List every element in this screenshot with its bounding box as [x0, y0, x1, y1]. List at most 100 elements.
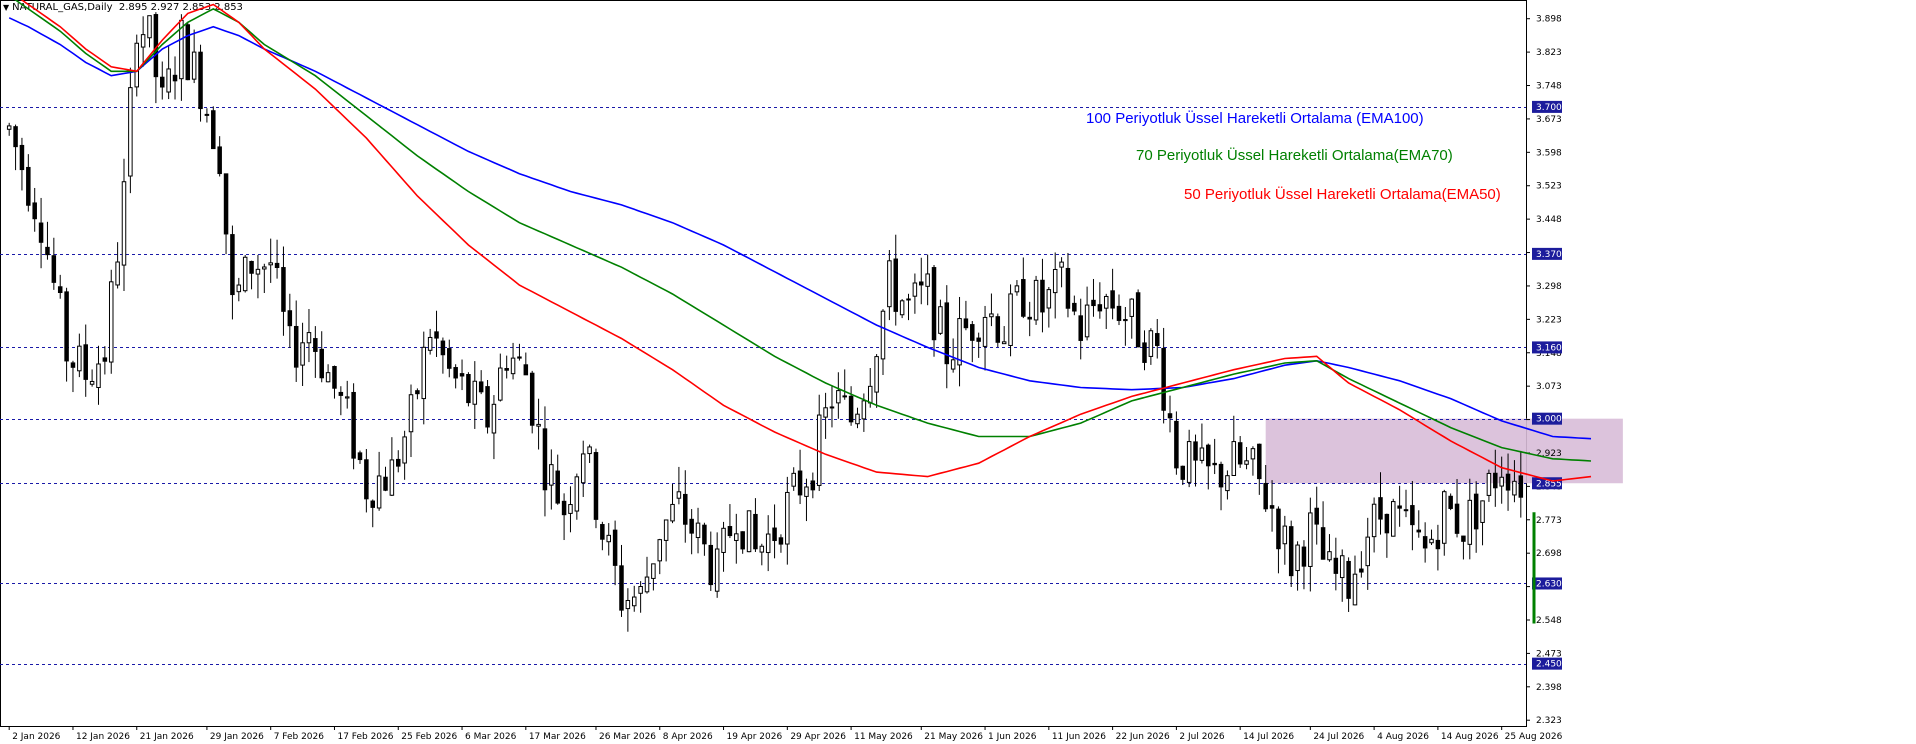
- x-tick-label: 4 Aug 2026: [1377, 732, 1429, 742]
- candle-body: [631, 596, 637, 607]
- candle-body: [714, 548, 720, 592]
- candle-body: [332, 366, 337, 389]
- candle-body: [593, 452, 599, 520]
- candle-body: [542, 428, 548, 491]
- candle-body: [1454, 503, 1460, 534]
- candle-body: [842, 395, 847, 398]
- candle-body: [1046, 289, 1052, 309]
- candle-body: [96, 363, 101, 389]
- candle-body: [1422, 536, 1428, 549]
- candle-body: [466, 374, 471, 404]
- level-badge-label: 2.630: [1536, 579, 1562, 589]
- candle-body: [689, 518, 694, 534]
- candle-body: [421, 346, 427, 400]
- candle-body: [1225, 475, 1230, 492]
- candle-body: [1282, 525, 1288, 545]
- candle-body: [134, 42, 140, 88]
- candle-body: [1040, 279, 1045, 313]
- candle-body: [810, 480, 816, 491]
- candle-body: [529, 372, 535, 426]
- candle-body: [721, 527, 726, 553]
- candle-body: [963, 318, 969, 329]
- candle-body: [982, 316, 988, 347]
- candle-body: [683, 493, 688, 525]
- candle-body: [938, 306, 943, 334]
- candle-body: [1301, 546, 1307, 567]
- candle-body: [523, 364, 529, 376]
- candle-body: [459, 373, 465, 377]
- candle-body: [510, 357, 516, 375]
- line-ema100: [8, 17, 1592, 440]
- candle-body: [957, 318, 962, 366]
- x-tick-label: 17 Mar 2026: [529, 732, 586, 742]
- x-tick-label: 25 Feb 2026: [401, 732, 457, 742]
- candle-body: [676, 491, 682, 499]
- candle-body: [1384, 513, 1390, 534]
- candle-body: [338, 391, 344, 396]
- price-chart[interactable]: 3.8983.8233.7483.6733.5983.5233.4483.373…: [0, 0, 1916, 744]
- x-tick-label: 14 Aug 2026: [1441, 732, 1499, 742]
- candle-body: [230, 234, 235, 296]
- x-tick-label: 2 Jul 2026: [1179, 732, 1224, 742]
- candle-body: [1308, 512, 1313, 567]
- candle-body: [1110, 290, 1115, 309]
- x-tick-label: 6 Mar 2026: [465, 732, 517, 742]
- level-badge-label: 3.000: [1536, 415, 1562, 425]
- candle-body: [855, 413, 860, 425]
- candle-body: [1512, 480, 1517, 496]
- candle-body: [708, 544, 714, 586]
- y-tick-label: 2.323: [1536, 716, 1562, 726]
- y-tick-label: 3.298: [1536, 282, 1562, 292]
- candle-body: [989, 313, 994, 318]
- candle-body: [702, 524, 707, 545]
- candle-body: [472, 380, 478, 405]
- candle-body: [1257, 443, 1262, 480]
- candle-body: [108, 281, 114, 363]
- x-tick-label: 7 Feb 2026: [274, 732, 325, 742]
- candle-body: [300, 342, 305, 366]
- x-tick-label: 22 Jun 2026: [1116, 732, 1170, 742]
- candle-body: [1467, 499, 1473, 545]
- candle-body: [1359, 568, 1364, 573]
- legend-ema70: 70 Periyotluk Üssel Hareketli Ortalama(E…: [1136, 147, 1453, 164]
- candle-body: [727, 526, 733, 537]
- candle-body: [1295, 544, 1300, 572]
- candle-body: [1505, 473, 1511, 491]
- candle-body: [931, 267, 937, 341]
- candle-body: [1435, 539, 1441, 550]
- y-tick-label: 2.773: [1536, 516, 1562, 526]
- candle-body: [140, 34, 146, 48]
- candle-body: [1014, 285, 1020, 293]
- candle-body: [925, 273, 930, 287]
- candle-body: [753, 513, 758, 550]
- candle-body: [1378, 497, 1383, 520]
- candle-body: [274, 262, 280, 269]
- candle-body: [1429, 538, 1434, 544]
- candle-body: [1416, 529, 1422, 533]
- candle-body: [1327, 551, 1332, 561]
- candle-body: [19, 144, 25, 171]
- candle-body: [1072, 302, 1077, 312]
- candle-body: [663, 519, 669, 541]
- candle-body: [26, 166, 31, 206]
- level-badge-label: 3.700: [1536, 103, 1562, 113]
- candle-body: [1518, 475, 1524, 498]
- candle-body: [1339, 555, 1345, 579]
- candle-body: [1352, 573, 1358, 606]
- candle-body: [899, 300, 905, 316]
- candle-body: [765, 533, 771, 554]
- candle-body: [376, 475, 382, 509]
- candle-body: [785, 491, 790, 545]
- candle-body: [638, 586, 643, 594]
- candle-body: [861, 400, 867, 420]
- candle-body: [51, 255, 57, 283]
- candle-body: [45, 246, 50, 256]
- candle-body: [364, 459, 369, 500]
- candle-body: [740, 531, 745, 550]
- candle-body: [1390, 501, 1396, 537]
- y-tick-label: 2.548: [1536, 616, 1562, 626]
- x-tick-label: 24 Jul 2026: [1313, 732, 1364, 742]
- candle-body: [1244, 460, 1249, 465]
- candle-body: [1103, 295, 1109, 309]
- candle-body: [1320, 527, 1326, 560]
